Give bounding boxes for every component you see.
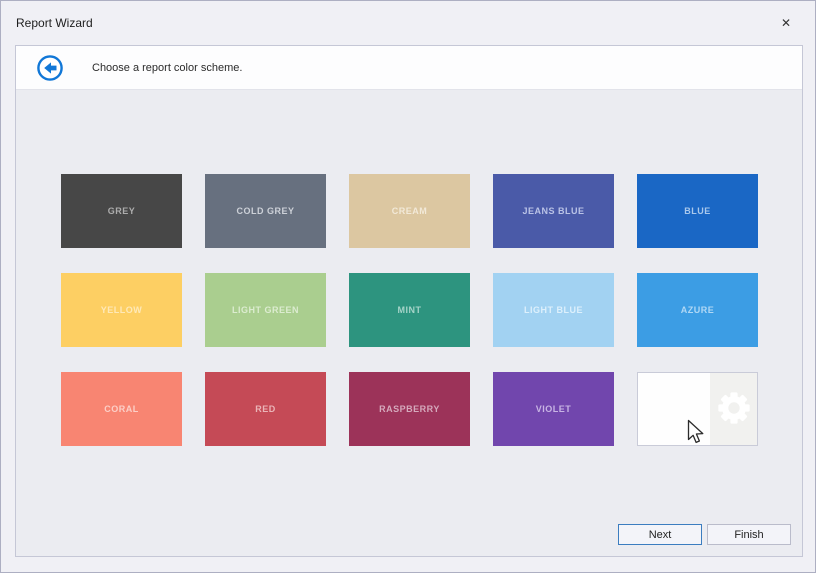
swatch-label: COLD GREY — [236, 206, 294, 216]
color-scheme-swatch-grey[interactable]: GREY — [61, 174, 182, 248]
color-scheme-swatch-red[interactable]: RED — [205, 372, 326, 446]
report-wizard-dialog: Report Wizard ✕ Choose a report color sc… — [0, 0, 816, 573]
color-scheme-swatch-custom[interactable] — [637, 372, 758, 446]
color-scheme-swatch-mint[interactable]: MINT — [349, 273, 470, 347]
color-scheme-swatch-yellow[interactable]: YELLOW — [61, 273, 182, 347]
color-scheme-swatch-azure[interactable]: AZURE — [637, 273, 758, 347]
color-scheme-swatch-light-green[interactable]: LIGHT GREEN — [205, 273, 326, 347]
back-arrow-circle-icon — [36, 70, 64, 85]
custom-scheme-settings-area[interactable] — [710, 373, 757, 445]
next-button[interactable]: Next — [618, 524, 702, 545]
swatch-label: AZURE — [681, 305, 715, 315]
color-scheme-content: GREY COLD GREY CREAM JEANS BLUE BLUE YELLOW LI… — [16, 91, 802, 556]
color-scheme-swatch-light-blue[interactable]: LIGHT BLUE — [493, 273, 614, 347]
close-icon[interactable]: ✕ — [777, 14, 795, 32]
swatch-label: RASPBERRY — [379, 404, 440, 414]
swatch-label: LIGHT GREEN — [232, 305, 299, 315]
swatch-label: CORAL — [104, 404, 139, 414]
back-button[interactable] — [36, 54, 64, 82]
swatch-label: RED — [255, 404, 276, 414]
wizard-navigation: Next Finish — [618, 524, 791, 545]
finish-button[interactable]: Finish — [707, 524, 791, 545]
window-title: Report Wizard — [16, 16, 93, 30]
color-scheme-grid: GREY COLD GREY CREAM JEANS BLUE BLUE YELLOW LI… — [61, 174, 758, 446]
wizard-header: Choose a report color scheme. — [16, 46, 802, 90]
wizard-panel: Choose a report color scheme. GREY COLD G… — [15, 45, 803, 557]
color-scheme-swatch-cream[interactable]: CREAM — [349, 174, 470, 248]
color-scheme-swatch-jeans-blue[interactable]: JEANS BLUE — [493, 174, 614, 248]
swatch-label: LIGHT BLUE — [524, 305, 583, 315]
color-scheme-swatch-cold-grey[interactable]: COLD GREY — [205, 174, 326, 248]
color-scheme-swatch-raspberry[interactable]: RASPBERRY — [349, 372, 470, 446]
swatch-label: YELLOW — [101, 305, 143, 315]
gear-icon — [715, 389, 753, 429]
swatch-label: MINT — [398, 305, 422, 315]
page-instruction: Choose a report color scheme. — [92, 62, 242, 74]
swatch-label: VIOLET — [536, 404, 572, 414]
titlebar: Report Wizard — [1, 1, 815, 44]
color-scheme-swatch-blue[interactable]: BLUE — [637, 174, 758, 248]
swatch-label: GREY — [108, 206, 136, 216]
swatch-label: BLUE — [684, 206, 711, 216]
swatch-label: JEANS BLUE — [522, 206, 584, 216]
swatch-label: CREAM — [392, 206, 428, 216]
color-scheme-swatch-violet[interactable]: VIOLET — [493, 372, 614, 446]
color-scheme-swatch-coral[interactable]: CORAL — [61, 372, 182, 446]
